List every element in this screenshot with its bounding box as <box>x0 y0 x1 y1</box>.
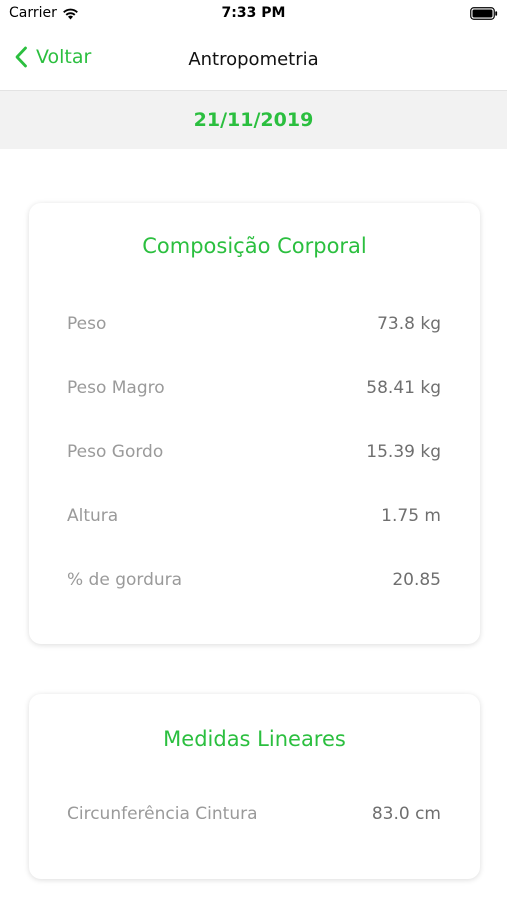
item-label: Peso Gordo <box>67 442 164 462</box>
item-value: 15.39 kg <box>366 442 441 462</box>
medidas-lineares-card: Medidas Lineares Circunferência Cintura … <box>29 694 480 879</box>
list-item: Peso 73.8 kg <box>67 311 441 337</box>
assessment-date: 21/11/2019 <box>193 109 314 131</box>
page-title: Antropometria <box>188 49 319 70</box>
navigation-bar: Voltar Antropometria <box>0 28 507 91</box>
item-value: 83.0 cm <box>371 804 441 824</box>
item-label: Circunferência Cintura <box>67 804 258 824</box>
item-value: 58.41 kg <box>366 378 441 398</box>
item-label: Peso <box>67 314 107 334</box>
item-value: 73.8 kg <box>377 314 441 334</box>
antropometria-screen: Carrier 7:33 PM Voltar Antropometria 21/… <box>0 0 507 900</box>
card-title: Composição Corporal <box>142 234 367 258</box>
battery-icon <box>470 7 498 20</box>
list-item: % de gordura 20.85 <box>67 567 441 593</box>
status-time: 7:33 PM <box>221 5 286 21</box>
item-value: 20.85 <box>392 570 441 590</box>
list-item: Peso Magro 58.41 kg <box>67 375 441 401</box>
card-title: Medidas Lineares <box>163 727 346 751</box>
list-item: Altura 1.75 m <box>67 503 441 529</box>
list-item: Circunferência Cintura 83.0 cm <box>67 801 441 827</box>
item-label: Altura <box>67 506 119 526</box>
date-header: 21/11/2019 <box>0 91 507 149</box>
status-bar: Carrier 7:33 PM <box>0 0 507 28</box>
list-item: Peso Gordo 15.39 kg <box>67 439 441 465</box>
item-value: 1.75 m <box>381 506 441 526</box>
item-label: % de gordura <box>67 570 183 590</box>
item-label: Peso Magro <box>67 378 165 398</box>
composicao-corporal-card: Composição Corporal Peso 73.8 kg Peso Ma… <box>29 203 480 644</box>
